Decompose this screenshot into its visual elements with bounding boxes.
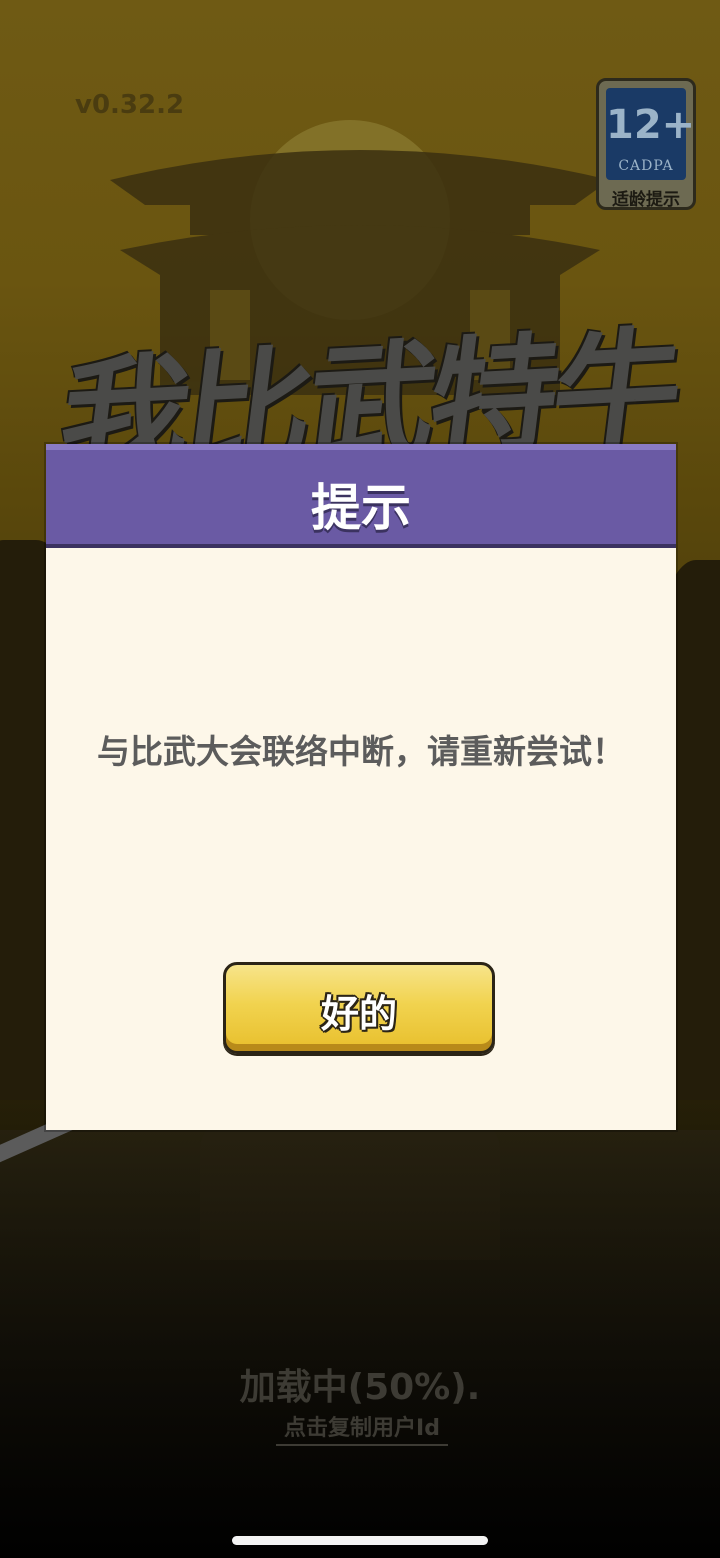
- arena-floor: [0, 1130, 720, 1558]
- version-label: v0.32.2: [75, 90, 185, 120]
- dialog-body: 与比武大会联络中断，请重新尝试！ 好的: [46, 548, 676, 1130]
- dialog-header: 提示: [46, 444, 676, 548]
- dialog-title: 提示: [311, 479, 411, 537]
- age-rating-organization: CADPA: [618, 158, 674, 174]
- home-indicator[interactable]: [232, 1536, 488, 1545]
- dialog-message: 与比武大会联络中断，请重新尝试！: [97, 732, 625, 771]
- copy-user-id-link[interactable]: 点击复制用户Id: [276, 1410, 448, 1446]
- age-rating-number: 12+: [606, 102, 696, 148]
- age-rating-badge[interactable]: 12+ CADPA 适龄提示: [596, 78, 696, 210]
- loading-status: 加载中(50%).: [239, 1367, 481, 1408]
- age-rating-panel: 12+ CADPA: [606, 88, 696, 180]
- confirm-button-label: 好的: [320, 992, 397, 1036]
- alert-dialog: 提示 与比武大会联络中断，请重新尝试！ 好的: [46, 444, 676, 1130]
- confirm-button[interactable]: 好的: [223, 962, 495, 1054]
- age-rating-caption: 适龄提示: [612, 190, 680, 210]
